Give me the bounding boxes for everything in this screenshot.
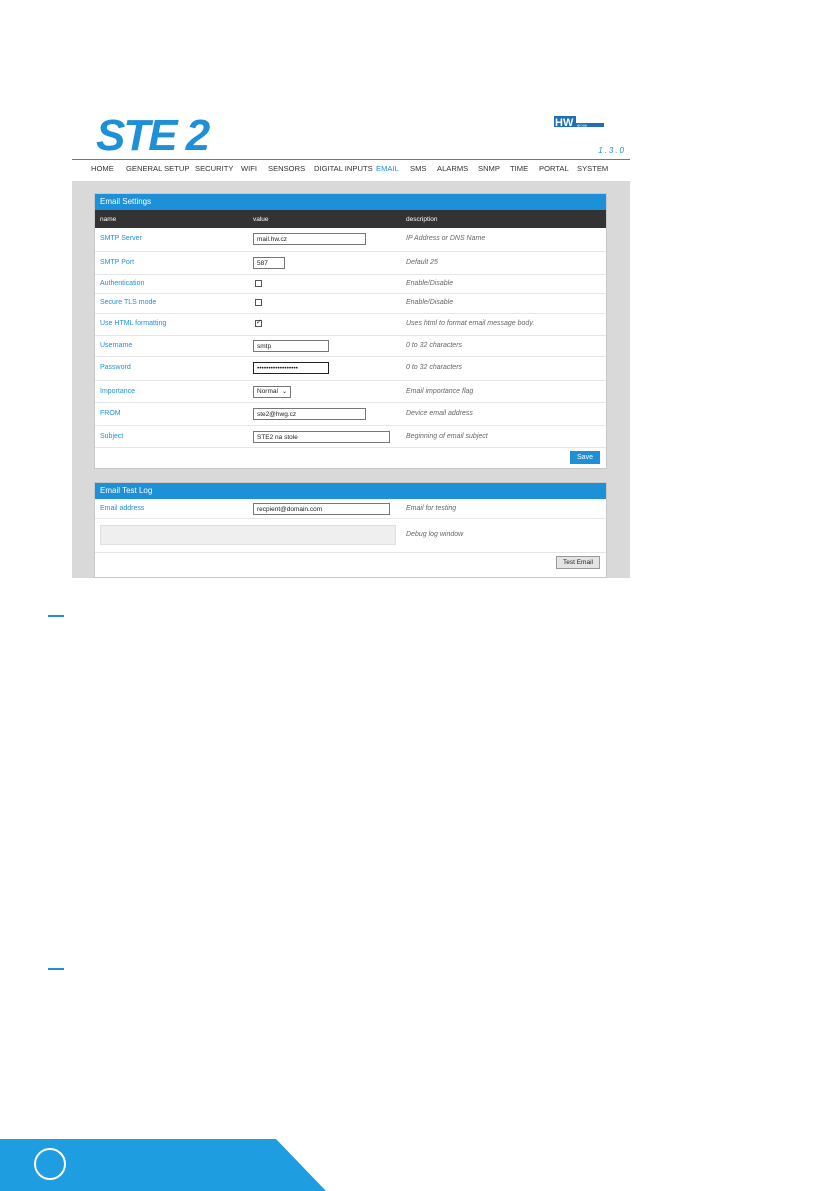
username-desc: 0 to 32 characters bbox=[406, 342, 463, 349]
nav-email[interactable]: EMAIL bbox=[376, 162, 399, 182]
password-label: Password bbox=[100, 364, 131, 371]
email-settings-panel: Email Settings name value description SM… bbox=[94, 193, 607, 469]
nav-snmp[interactable]: SNMP bbox=[478, 162, 500, 182]
email-address-label: Email address bbox=[100, 505, 145, 512]
test-email-button[interactable]: Test Email bbox=[556, 556, 600, 569]
nav-alarms[interactable]: ALARMS bbox=[437, 162, 468, 182]
password-desc: 0 to 32 characters bbox=[406, 364, 463, 371]
html-formatting-checkbox[interactable] bbox=[255, 318, 262, 327]
nav-time[interactable]: TIME bbox=[510, 162, 528, 182]
username-label: Username bbox=[100, 342, 133, 349]
secure-tls-checkbox[interactable] bbox=[255, 299, 262, 306]
page-number-circle bbox=[34, 1148, 66, 1180]
table-row: Use HTML formatting Uses html to format … bbox=[95, 314, 606, 336]
table-row: Debug log window bbox=[95, 519, 606, 553]
nav-system[interactable]: SYSTEM bbox=[577, 162, 608, 182]
importance-desc: Email importance flag bbox=[406, 388, 474, 395]
table-row: Importance Normal ⌄ Email importance fla… bbox=[95, 381, 606, 403]
email-test-log-panel: Email Test Log Email address Email for t… bbox=[94, 482, 607, 578]
smtp-port-desc: Default 25 bbox=[406, 259, 438, 266]
section-dash bbox=[48, 615, 64, 617]
subject-input[interactable] bbox=[253, 431, 390, 443]
from-input[interactable] bbox=[253, 408, 366, 420]
password-input[interactable] bbox=[253, 362, 329, 374]
debug-log-window bbox=[100, 525, 396, 545]
test-row: Test Email bbox=[95, 553, 606, 577]
nav-divider bbox=[72, 159, 630, 160]
ste2-logo: STE 2 bbox=[96, 114, 213, 154]
subject-label: Subject bbox=[100, 433, 124, 440]
nav-digital-inputs[interactable]: DIGITAL INPUTS bbox=[314, 162, 373, 182]
nav-general-setup[interactable]: GENERAL SETUP bbox=[126, 162, 189, 182]
table-row: SMTP Server IP Address or DNS Name bbox=[95, 228, 606, 252]
table-row: Username 0 to 32 characters bbox=[95, 336, 606, 357]
content-area: Email Settings name value description SM… bbox=[72, 181, 630, 578]
hw-group-logo: HW group bbox=[554, 116, 604, 129]
save-row: Save bbox=[95, 448, 606, 472]
column-header-description: description bbox=[406, 216, 438, 223]
smtp-port-label: SMTP Port bbox=[100, 259, 135, 266]
secure-tls-desc: Enable/Disable bbox=[406, 299, 454, 306]
authentication-label: Authentication bbox=[100, 280, 145, 287]
from-desc: Device email address bbox=[406, 410, 473, 417]
smtp-port-input[interactable] bbox=[253, 257, 285, 269]
table-row: FROM Device email address bbox=[95, 403, 606, 426]
debug-log-desc: Debug log window bbox=[406, 531, 464, 538]
ste2-web-interface: STE 2 HW group 1.3.0 HOME GENERAL SETUP … bbox=[72, 106, 630, 578]
importance-selected-value: Normal bbox=[257, 388, 278, 395]
nav-home[interactable]: HOME bbox=[91, 162, 114, 182]
svg-text:STE 2: STE 2 bbox=[96, 114, 211, 154]
nav-sms[interactable]: SMS bbox=[410, 162, 426, 182]
table-row: Password 0 to 32 characters bbox=[95, 357, 606, 381]
nav-sensors[interactable]: SENSORS bbox=[268, 162, 305, 182]
nav-security[interactable]: SECURITY bbox=[195, 162, 233, 182]
importance-label: Importance bbox=[100, 388, 136, 395]
authentication-desc: Enable/Disable bbox=[406, 280, 454, 287]
save-button[interactable]: Save bbox=[570, 451, 600, 464]
firmware-version: 1.3.0 bbox=[598, 146, 626, 155]
table-row: Subject Beginning of email subject bbox=[95, 426, 606, 448]
html-formatting-label: Use HTML formatting bbox=[100, 320, 167, 327]
smtp-server-input[interactable] bbox=[253, 233, 366, 245]
subject-desc: Beginning of email subject bbox=[406, 433, 488, 440]
panel-title: Email Test Log bbox=[95, 483, 606, 499]
smtp-server-label: SMTP Server bbox=[100, 235, 142, 242]
nav-portal[interactable]: PORTAL bbox=[539, 162, 569, 182]
username-input[interactable] bbox=[253, 340, 329, 352]
test-email-input[interactable] bbox=[253, 503, 390, 515]
table-row: Secure TLS mode Enable/Disable bbox=[95, 294, 606, 314]
column-header-value: value bbox=[253, 216, 269, 223]
email-address-desc: Email for testing bbox=[406, 505, 457, 512]
smtp-server-desc: IP Address or DNS Name bbox=[406, 235, 486, 242]
column-header-name: name bbox=[100, 216, 117, 223]
table-row: Email address Email for testing bbox=[95, 499, 606, 519]
chevron-down-icon: ⌄ bbox=[281, 389, 287, 395]
panel-title: Email Settings bbox=[95, 194, 606, 210]
svg-text:HW: HW bbox=[555, 117, 574, 129]
importance-select[interactable]: Normal ⌄ bbox=[253, 386, 291, 398]
table-row: Authentication Enable/Disable bbox=[95, 275, 606, 294]
authentication-checkbox[interactable] bbox=[255, 280, 262, 287]
secure-tls-label: Secure TLS mode bbox=[100, 299, 157, 306]
from-label: FROM bbox=[100, 410, 121, 417]
html-formatting-desc: Uses html to format email message body. bbox=[406, 320, 535, 327]
section-dash bbox=[48, 968, 64, 970]
table-header: name value description bbox=[95, 210, 606, 228]
svg-text:group: group bbox=[577, 123, 588, 128]
table-row: SMTP Port Default 25 bbox=[95, 252, 606, 275]
nav-wifi[interactable]: WIFI bbox=[241, 162, 257, 182]
